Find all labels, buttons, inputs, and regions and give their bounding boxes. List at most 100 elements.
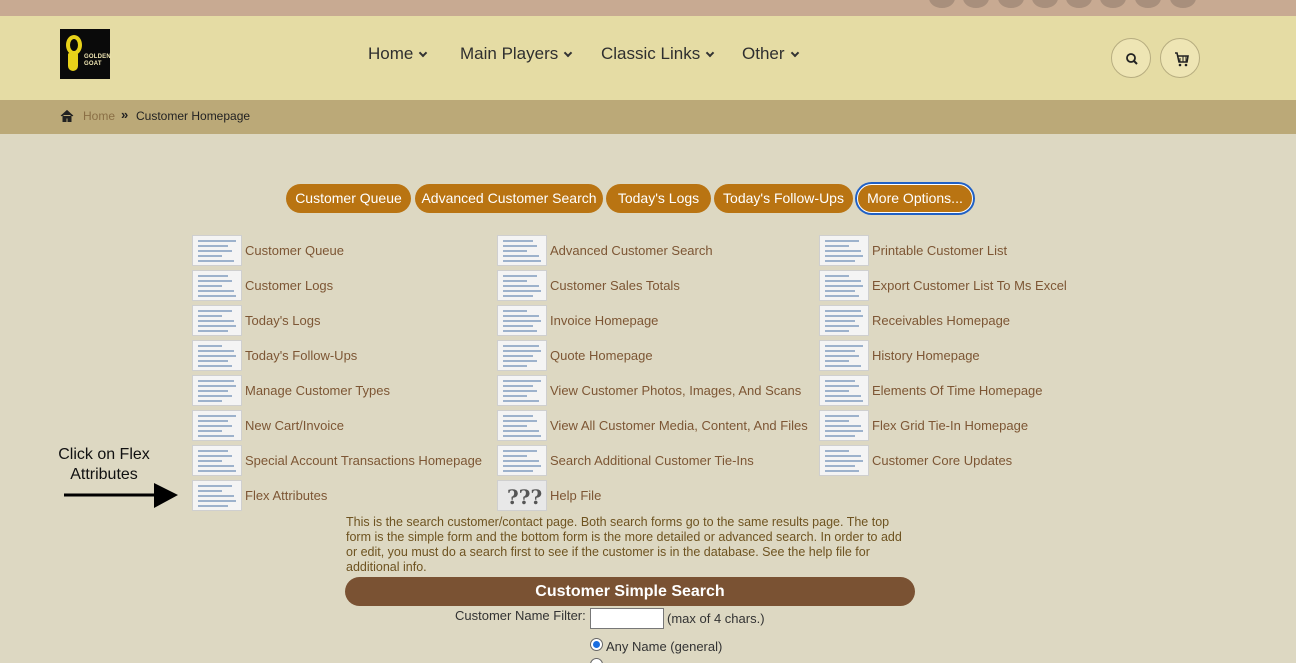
thumbnail-line [198, 390, 228, 392]
thumbnail-line [825, 425, 861, 427]
social-icon[interactable] [963, 0, 989, 8]
help-icon-text: ??? [507, 485, 543, 509]
nav-other[interactable]: Other [742, 44, 799, 64]
nav-home-label: Home [368, 44, 414, 63]
site-logo[interactable]: GOLDEN GOAT [60, 29, 111, 79]
link-label[interactable]: Customer Core Updates [872, 453, 1012, 468]
link-label[interactable]: Flex Grid Tie-In Homepage [872, 418, 1028, 433]
social-icon[interactable] [929, 0, 955, 8]
link-label[interactable]: Export Customer List To Ms Excel [872, 278, 1067, 293]
thumbnail-line [825, 460, 863, 462]
page-thumbnail-icon[interactable] [819, 340, 869, 371]
link-label[interactable]: Printable Customer List [872, 243, 1007, 258]
page-thumbnail-icon[interactable] [192, 445, 242, 476]
more-options-button[interactable]: More Options... [857, 184, 973, 213]
link-label[interactable]: Customer Sales Totals [550, 278, 680, 293]
thumbnail-line [825, 275, 849, 277]
todays-follow-ups-button[interactable]: Today's Follow-Ups [714, 184, 853, 213]
social-icon[interactable] [1135, 0, 1161, 8]
customer-queue-button[interactable]: Customer Queue [286, 184, 411, 213]
page-thumbnail-icon[interactable] [497, 235, 547, 266]
thumbnail-line [503, 295, 533, 297]
todays-logs-button[interactable]: Today's Logs [606, 184, 711, 213]
page-thumbnail-icon[interactable] [192, 480, 242, 511]
page-thumbnail-icon[interactable] [497, 270, 547, 301]
page-thumbnail-icon[interactable] [497, 445, 547, 476]
thumbnail-line [503, 380, 541, 382]
link-label[interactable]: New Cart/Invoice [245, 418, 344, 433]
page-thumbnail-icon[interactable] [192, 235, 242, 266]
page-thumbnail-icon[interactable] [497, 340, 547, 371]
link-label[interactable]: History Homepage [872, 348, 980, 363]
social-icon[interactable] [1066, 0, 1092, 8]
advanced-customer-search-button[interactable]: Advanced Customer Search [415, 184, 603, 213]
thumbnail-line [503, 430, 539, 432]
page-thumbnail-icon[interactable] [819, 235, 869, 266]
link-label[interactable]: View All Customer Media, Content, And Fi… [550, 418, 808, 433]
link-label[interactable]: Quote Homepage [550, 348, 653, 363]
link-label[interactable]: Today's Logs [245, 313, 320, 328]
page-thumbnail-icon[interactable] [497, 305, 547, 336]
page-thumbnail-icon[interactable] [819, 375, 869, 406]
search-button[interactable] [1111, 38, 1151, 78]
page-thumbnail-icon[interactable] [192, 305, 242, 336]
page-thumbnail-icon[interactable] [497, 410, 547, 441]
home-icon[interactable] [60, 109, 74, 123]
radio-option-2[interactable] [590, 658, 603, 663]
link-label[interactable]: View Customer Photos, Images, And Scans [550, 383, 801, 398]
thumbnail-line [198, 490, 222, 492]
thumbnail-line [825, 355, 859, 357]
link-label[interactable]: Receivables Homepage [872, 313, 1010, 328]
thumbnail-line [825, 330, 849, 332]
thumbnail-line [198, 250, 232, 252]
page-thumbnail-icon[interactable] [192, 410, 242, 441]
nav-main-players[interactable]: Main Players [460, 44, 573, 64]
cart-button[interactable] [1160, 38, 1200, 78]
link-label[interactable]: Customer Logs [245, 278, 333, 293]
breadcrumb-home-link[interactable]: Home [83, 109, 115, 123]
nav-classic-links[interactable]: Classic Links [601, 44, 715, 64]
logo-text-line2: GOAT [84, 61, 102, 67]
link-label[interactable]: Elements Of Time Homepage [872, 383, 1043, 398]
simple-search-title: Customer Simple Search [345, 577, 915, 606]
link-label[interactable]: Advanced Customer Search [550, 243, 713, 258]
name-filter-input[interactable] [590, 608, 664, 629]
page-thumbnail-icon[interactable] [192, 340, 242, 371]
page-thumbnail-icon[interactable] [497, 375, 547, 406]
link-label[interactable]: Today's Follow-Ups [245, 348, 357, 363]
radio-any-name[interactable] [590, 638, 603, 651]
link-label[interactable]: Help File [550, 488, 601, 503]
social-icon[interactable] [998, 0, 1024, 8]
thumbnail-line [198, 315, 222, 317]
social-icon[interactable] [1032, 0, 1058, 8]
link-label[interactable]: Search Additional Customer Tie-Ins [550, 453, 754, 468]
thumbnail-line [825, 295, 859, 297]
thumbnail-line [825, 280, 861, 282]
page-thumbnail-icon[interactable] [819, 445, 869, 476]
nav-home[interactable]: Home [368, 44, 428, 64]
link-label[interactable]: Special Account Transactions Homepage [245, 453, 482, 468]
page-thumbnail-icon[interactable] [819, 270, 869, 301]
thumbnail-line [198, 380, 234, 382]
thumbnail-line [198, 465, 234, 467]
page-thumbnail-icon[interactable] [819, 305, 869, 336]
link-label[interactable]: Invoice Homepage [550, 313, 658, 328]
page-thumbnail-icon[interactable] [819, 410, 869, 441]
page-thumbnail-icon[interactable] [192, 270, 242, 301]
page-thumbnail-icon[interactable] [192, 375, 242, 406]
thumbnail-line [503, 290, 541, 292]
thumbnail-line [503, 420, 537, 422]
social-icon[interactable] [1100, 0, 1126, 8]
nav-other-label: Other [742, 44, 785, 63]
page-thumbnail-icon[interactable]: ??? [497, 480, 547, 511]
thumbnail-line [198, 500, 236, 502]
breadcrumb: Home » Customer Homepage [0, 100, 1296, 134]
social-icon[interactable] [1170, 0, 1196, 8]
thumbnail-line [825, 255, 863, 257]
link-label[interactable]: Flex Attributes [245, 488, 327, 503]
chevron-down-icon [419, 48, 428, 58]
thumbnail-line [825, 320, 855, 322]
link-label[interactable]: Customer Queue [245, 243, 344, 258]
link-label[interactable]: Manage Customer Types [245, 383, 390, 398]
thumbnail-line [198, 280, 232, 282]
